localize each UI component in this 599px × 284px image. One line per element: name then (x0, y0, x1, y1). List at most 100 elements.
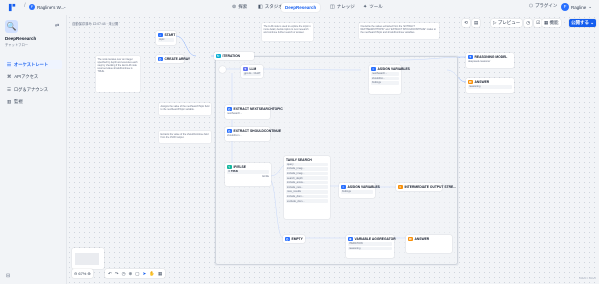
node-reasoning-model[interactable]: ✦ REASONING MODEL deepseek-reasoner (466, 53, 514, 68)
answer-icon: ✉ (408, 236, 413, 241)
node-head: {} CREATE ARRAY (158, 56, 190, 61)
node-title: EXTRACT SHOULDCONTINUE (233, 128, 282, 133)
code-icon: {} (227, 106, 232, 111)
node-head: ⑂ IF/ELSE (227, 164, 269, 169)
node-title: TAVILY SEARCH (286, 157, 312, 162)
node-create-array[interactable]: {} CREATE ARRAY (156, 55, 190, 63)
node-model-row: deepseek-reasoner (468, 60, 491, 63)
node-param-row: search_depth (286, 176, 328, 180)
node-intermediate-output[interactable]: ≡ INTERMEDIATE OUTPUT STRE... (396, 183, 456, 191)
node-var-row: ITERATION (348, 242, 392, 246)
node-head: {} EMPTY (285, 236, 303, 241)
stream-icon: ≡ (398, 184, 403, 189)
node-param-row: max_results (286, 190, 328, 194)
zoom-out-icon[interactable]: ⊖ (74, 271, 77, 276)
aggregator-icon: ⊕ (348, 236, 353, 241)
node-param-row: query (286, 162, 328, 167)
node-head: {} EXTRACT NEXTSEARCHTOPIC (227, 106, 283, 111)
node-param-row: include_dom... (286, 194, 328, 199)
if-label: IF (228, 170, 231, 174)
if-value: TRUE (231, 170, 239, 174)
code-icon: {} (285, 236, 290, 241)
minimap-viewport (75, 253, 99, 265)
home-icon: ⌂ (158, 32, 163, 37)
node-title: INTERMEDIATE OUTPUT STRE... (404, 184, 456, 189)
node-extract-next[interactable]: {} EXTRACT NEXTSEARCHTOPIC nextSearch... (225, 105, 283, 119)
history-icon[interactable]: ◷ (122, 271, 126, 277)
node-answer[interactable]: ✉ ANSWER (406, 235, 452, 253)
llm-note[interactable]: The LLM node is used to explore the topi… (262, 23, 313, 41)
node-title: START (164, 32, 176, 37)
add-node-icon[interactable]: ⊕ (129, 271, 133, 277)
node-title: CREATE ARRAY (164, 56, 191, 61)
node-param-row: include_imag... (286, 171, 328, 176)
node-head: ↻ ITERATION (216, 53, 252, 58)
node-param-row: include_imag... (286, 167, 328, 171)
node-title: ANSWER (474, 79, 490, 84)
redo-icon[interactable]: ↷ (115, 271, 119, 277)
undo-icon[interactable]: ↶ (108, 271, 112, 277)
branch-icon: ⑂ (227, 164, 232, 169)
node-title: EMPTY (291, 236, 303, 241)
zoom-control: ⊖ 67% ⊕ (72, 269, 93, 278)
iteration-note[interactable]: The node iterates over an integer specif… (96, 56, 140, 92)
extract-next-note[interactable]: Assigns the value of the nextSearchTopic… (159, 103, 211, 115)
shortcut-hint: Ctrl+C / Ctrl+V (579, 277, 596, 280)
assign-note[interactable]: Overwrite the values extracted from the … (359, 23, 439, 39)
node-start[interactable]: ⌂ START topic (156, 31, 176, 45)
node-title: VARIABLE AGGREGATOR (354, 236, 396, 241)
node-assign-variables-1[interactable]: = ASSIGN VARIABLES nextSearch... shouldCo… (369, 65, 410, 94)
node-head: ⊕ VARIABLE AGGREGATOR (348, 236, 396, 241)
node-var-row: shouldCo... (371, 76, 399, 81)
minimap[interactable] (72, 248, 104, 269)
node-head: = ASSIGN VARIABLES (371, 66, 410, 71)
assign-icon: = (371, 66, 376, 71)
if-condition-row: IF TRUE (227, 170, 269, 174)
node-var-row: topic (158, 38, 174, 42)
node-if-else[interactable]: ⑂ IF/ELSE IF TRUE ELSE (225, 163, 271, 186)
canvas-bottom-toolbar: ↶ ↷ ◷ ⊕ ▢ ➤ ✋ ▦ (105, 269, 166, 278)
extract-should-note[interactable]: Extracts the value of the shouldContinue… (159, 131, 211, 143)
node-head: TAVILY SEARCH (286, 158, 328, 162)
organize-icon[interactable]: ▦ (158, 271, 162, 277)
node-title: ANSWER (414, 236, 430, 241)
node-variable-aggregator[interactable]: ⊕ VARIABLE AGGREGATOR ITERATION reasoning (346, 235, 396, 258)
node-iteration[interactable]: ↻ ITERATION (214, 52, 254, 60)
zoom-in-icon[interactable]: ⊕ (87, 271, 90, 276)
llm-icon: ✦ (468, 54, 473, 59)
node-param-row: include_answ... (286, 180, 328, 185)
node-head: = ASSIGN VARIABLES (341, 184, 380, 189)
node-title: ASSIGN VARIABLES (377, 66, 410, 71)
note-icon[interactable]: ▢ (135, 271, 139, 277)
else-label: ELSE (262, 174, 269, 178)
node-param-row: include_raw... (286, 185, 328, 190)
node-var-row: nextSearch... (227, 112, 243, 115)
hand-icon[interactable]: ✋ (149, 271, 155, 277)
zoom-level[interactable]: 67% (78, 271, 86, 276)
llm-icon: ✦ (243, 66, 248, 71)
node-model-row: gpt-4o · CHAT (243, 72, 261, 76)
iteration-icon: ↻ (216, 53, 221, 58)
node-start-head: ⌂ START (158, 32, 176, 37)
node-title: EXTRACT NEXTSEARCHTOPIC (233, 106, 283, 111)
iteration-container[interactable] (215, 56, 458, 265)
node-tavily-search[interactable]: TAVILY SEARCH query include_imag... incl… (284, 156, 330, 219)
node-var-row: shouldCon... (227, 134, 242, 137)
assign-icon: = (341, 184, 346, 189)
node-title: IF/ELSE (233, 164, 246, 169)
code-icon: {} (227, 128, 232, 133)
node-empty[interactable]: {} EMPTY (283, 235, 305, 243)
node-title: ASSIGN VARIABLES (347, 184, 380, 189)
node-llm[interactable]: ✦ LLM gpt-4o · CHAT (241, 65, 263, 78)
node-head: ≡ INTERMEDIATE OUTPUT STRE... (398, 184, 456, 189)
iteration-start-marker[interactable] (219, 66, 226, 73)
node-var-row: findings (341, 190, 373, 194)
node-assign-variables-2[interactable]: = ASSIGN VARIABLES findings (339, 183, 380, 198)
node-answer-2[interactable]: ✉ ANSWER reasoning (466, 78, 514, 93)
node-title: ITERATION (222, 53, 241, 58)
node-var-row: nextSearch... (371, 72, 399, 76)
node-head: {} EXTRACT SHOULDCONTINUE (227, 128, 281, 133)
node-title: LLM (249, 66, 257, 71)
node-extract-should[interactable]: {} EXTRACT SHOULDCONTINUE shouldCon... (225, 127, 281, 141)
pointer-icon[interactable]: ➤ (143, 271, 147, 277)
